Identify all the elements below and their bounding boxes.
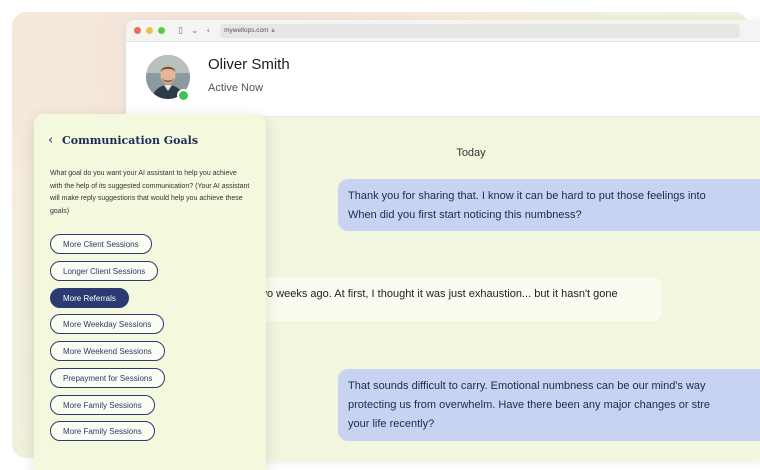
address-bar[interactable]: mywellops.com 🔒︎ xyxy=(220,23,741,38)
message-bubble-received: two weeks ago. At first, I thought it wa… xyxy=(246,277,661,321)
back-chevron-icon[interactable]: ‹ xyxy=(48,133,53,148)
maximize-window-button[interactable] xyxy=(158,27,165,34)
goal-option-more-referrals[interactable]: More Referrals xyxy=(50,288,129,308)
goal-option-more-weekend-sessions[interactable]: More Weekend Sessions xyxy=(50,341,165,361)
contact-status: Active Now xyxy=(208,82,264,94)
message-line: your life recently? xyxy=(348,418,435,430)
close-window-button[interactable] xyxy=(134,27,141,34)
message-line: That sounds difficult to carry. Emotiona… xyxy=(348,380,706,392)
browser-toolbar: ▯ ⌄ ‹ mywellops.com 🔒︎ xyxy=(126,20,760,42)
goal-option-more-family-sessions[interactable]: More Family Sessions xyxy=(50,395,155,415)
goal-option-longer-client-sessions[interactable]: Longer Client Sessions xyxy=(50,261,159,281)
goal-option-more-weekday-sessions[interactable]: More Weekday Sessions xyxy=(50,314,165,334)
address-text: mywellops.com xyxy=(224,27,269,34)
goal-option-more-client-sessions[interactable]: More Client Sessions xyxy=(50,234,152,254)
online-status-dot xyxy=(177,89,190,102)
sidebar-toggle-icon[interactable]: ▯ xyxy=(178,26,183,36)
lock-icon: 🔒︎ xyxy=(271,26,275,34)
message-line: When did you first start noticing this n… xyxy=(348,209,582,221)
message-line: two weeks ago. At first, I thought it wa… xyxy=(256,288,618,300)
minimize-window-button[interactable] xyxy=(146,27,153,34)
message-bubble-sent: That sounds difficult to carry. Emotiona… xyxy=(338,369,760,441)
panel-title: Communication Goals xyxy=(62,134,199,147)
back-icon[interactable]: ‹ xyxy=(207,26,211,36)
chevron-down-icon[interactable]: ⌄ xyxy=(191,26,199,36)
goal-option-more-family-sessions-2[interactable]: More Family Sessions xyxy=(50,421,155,441)
message-bubble-sent: Thank you for sharing that. I know it ca… xyxy=(338,179,760,231)
message-line: protecting us from overwhelm. Have there… xyxy=(348,399,710,411)
goal-option-prepayment-for-sessions[interactable]: Prepayment for Sessions xyxy=(50,368,166,388)
panel-description: What goal do you want your AI assistant … xyxy=(50,170,250,215)
contact-name: Oliver Smith xyxy=(208,56,290,73)
message-line: Thank you for sharing that. I know it ca… xyxy=(348,190,706,202)
chat-header: Oliver Smith Active Now xyxy=(126,42,760,117)
communication-goals-panel: ‹ Communication Goals What goal do you w… xyxy=(34,114,266,470)
